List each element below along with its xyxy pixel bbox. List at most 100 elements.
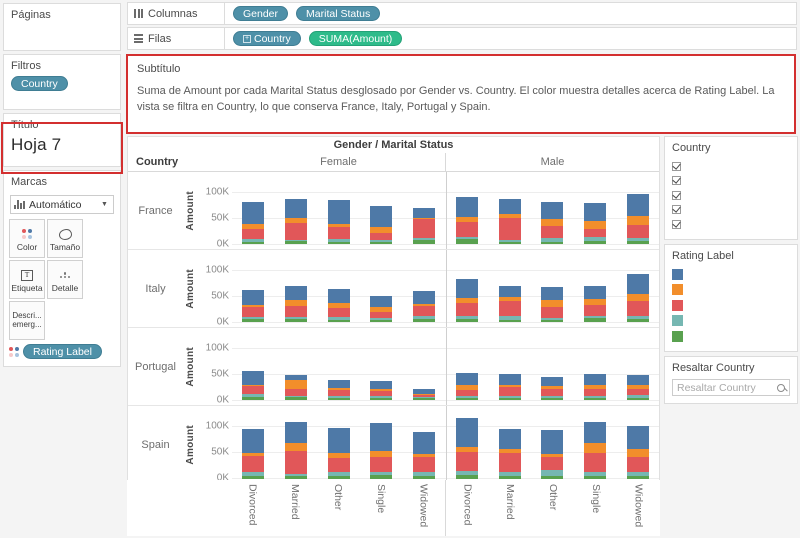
bar-segment[interactable] bbox=[499, 476, 521, 479]
bar-segment[interactable] bbox=[584, 443, 606, 453]
row-header-country[interactable]: Spain bbox=[128, 406, 183, 484]
row-header-country[interactable]: Italy bbox=[128, 250, 183, 327]
stacked-bar[interactable] bbox=[541, 287, 563, 322]
columns-shelf[interactable]: Columnas Gender Marital Status bbox=[127, 2, 797, 25]
expand-plus-icon[interactable]: + bbox=[243, 35, 251, 43]
stacked-bar[interactable] bbox=[285, 375, 307, 400]
bar-segment[interactable] bbox=[285, 380, 307, 388]
bar-segment[interactable] bbox=[584, 286, 606, 298]
title-card[interactable]: Título Hoja 7 bbox=[3, 113, 121, 167]
bar-segment[interactable] bbox=[328, 320, 350, 322]
bar-segment[interactable] bbox=[370, 475, 392, 479]
bar-segment[interactable] bbox=[328, 308, 350, 318]
bar-segment[interactable] bbox=[285, 306, 307, 317]
bar-segment[interactable] bbox=[370, 381, 392, 389]
bar-segment[interactable] bbox=[413, 240, 435, 244]
bar-segment[interactable] bbox=[584, 318, 606, 322]
stacked-bar[interactable] bbox=[242, 202, 264, 244]
stacked-bar[interactable] bbox=[499, 429, 521, 479]
country-filter-item[interactable] bbox=[672, 159, 790, 174]
bar-segment[interactable] bbox=[285, 451, 307, 474]
bar-segment[interactable] bbox=[541, 219, 563, 226]
bar-segment[interactable] bbox=[328, 227, 350, 239]
bar-segment[interactable] bbox=[541, 300, 563, 307]
bar-segment[interactable] bbox=[285, 241, 307, 244]
bar-segment[interactable] bbox=[242, 307, 264, 317]
bar-segment[interactable] bbox=[541, 242, 563, 244]
bar-segment[interactable] bbox=[627, 319, 649, 322]
marks-detail-button[interactable]: Detalle bbox=[47, 260, 83, 299]
bar-segment[interactable] bbox=[541, 320, 563, 322]
bar-segment[interactable] bbox=[285, 389, 307, 396]
legend-item[interactable] bbox=[672, 298, 790, 314]
x-tick-label[interactable]: Single bbox=[375, 480, 387, 536]
bar-segment[interactable] bbox=[370, 398, 392, 400]
stacked-bar[interactable] bbox=[413, 432, 435, 479]
legend-item[interactable] bbox=[672, 282, 790, 298]
stacked-bar[interactable] bbox=[242, 429, 264, 479]
bar-segment[interactable] bbox=[285, 199, 307, 218]
bar-segment[interactable] bbox=[541, 398, 563, 400]
bar-segment[interactable] bbox=[499, 301, 521, 315]
bar-segment[interactable] bbox=[456, 398, 478, 400]
x-tick-label[interactable]: Other bbox=[332, 480, 344, 536]
column-header-male[interactable]: Male bbox=[445, 153, 659, 171]
subtitle-block[interactable]: Subtítulo Suma de Amount por cada Marita… bbox=[127, 55, 795, 133]
bar-segment[interactable] bbox=[584, 398, 606, 400]
bar-segment[interactable] bbox=[242, 397, 264, 400]
stacked-bar[interactable] bbox=[370, 423, 392, 479]
stacked-bar[interactable] bbox=[413, 208, 435, 244]
stacked-bar[interactable] bbox=[541, 377, 563, 400]
country-filter-item[interactable] bbox=[672, 203, 790, 218]
bar-segment[interactable] bbox=[285, 422, 307, 443]
stacked-bar[interactable] bbox=[328, 200, 350, 244]
bar-segment[interactable] bbox=[413, 398, 435, 400]
bar-segment[interactable] bbox=[242, 319, 264, 322]
bar-segment[interactable] bbox=[242, 242, 264, 244]
bar-segment[interactable] bbox=[456, 303, 478, 316]
mark-type-dropdown[interactable]: Automático ▼ bbox=[10, 195, 114, 214]
bar-segment[interactable] bbox=[584, 422, 606, 443]
row-header-country[interactable]: Portugal bbox=[128, 328, 183, 405]
bar-segment[interactable] bbox=[456, 452, 478, 471]
bar-segment[interactable] bbox=[627, 216, 649, 225]
bar-segment[interactable] bbox=[370, 423, 392, 450]
bar-segment[interactable] bbox=[499, 398, 521, 400]
bar-segment[interactable] bbox=[627, 225, 649, 238]
marks-tooltip-button[interactable]: Descri... emerg... bbox=[9, 301, 45, 340]
rows-shelf-drop[interactable]: + Country SUMA(Amount) bbox=[225, 27, 797, 50]
stacked-bar[interactable] bbox=[541, 202, 563, 244]
bar-segment[interactable] bbox=[541, 226, 563, 237]
bar-segment[interactable] bbox=[328, 200, 350, 224]
chevron-down-icon[interactable]: ▼ bbox=[98, 201, 111, 208]
stacked-bar[interactable] bbox=[370, 206, 392, 244]
checkbox-icon[interactable] bbox=[672, 176, 681, 185]
bar-segment[interactable] bbox=[584, 221, 606, 229]
legend-item[interactable] bbox=[672, 267, 790, 283]
bar-segment[interactable] bbox=[584, 374, 606, 385]
stacked-bar[interactable] bbox=[584, 374, 606, 400]
bar-segment[interactable] bbox=[370, 233, 392, 241]
bar-segment[interactable] bbox=[584, 203, 606, 221]
bar-segment[interactable] bbox=[627, 194, 649, 216]
pill-country[interactable]: + Country bbox=[233, 31, 301, 46]
bar-segment[interactable] bbox=[285, 319, 307, 322]
bar-segment[interactable] bbox=[584, 389, 606, 396]
row-header-country[interactable]: France bbox=[128, 172, 183, 249]
stacked-bar[interactable] bbox=[541, 430, 563, 479]
pill-marital-status[interactable]: Marital Status bbox=[296, 6, 380, 21]
country-filter-item[interactable] bbox=[672, 174, 790, 189]
checkbox-icon[interactable] bbox=[672, 205, 681, 214]
stacked-bar[interactable] bbox=[627, 375, 649, 400]
bar-segment[interactable] bbox=[499, 286, 521, 297]
marks-label-button[interactable]: T Etiqueta bbox=[9, 260, 45, 299]
bar-segment[interactable] bbox=[499, 387, 521, 396]
bar-segment[interactable] bbox=[328, 242, 350, 244]
stacked-bar[interactable] bbox=[584, 286, 606, 322]
bar-segment[interactable] bbox=[499, 199, 521, 214]
stacked-bar[interactable] bbox=[328, 380, 350, 400]
stacked-bar[interactable] bbox=[328, 428, 350, 479]
pill-gender[interactable]: Gender bbox=[233, 6, 288, 21]
bar-segment[interactable] bbox=[499, 242, 521, 244]
sheet-title-value[interactable]: Hoja 7 bbox=[4, 135, 120, 155]
